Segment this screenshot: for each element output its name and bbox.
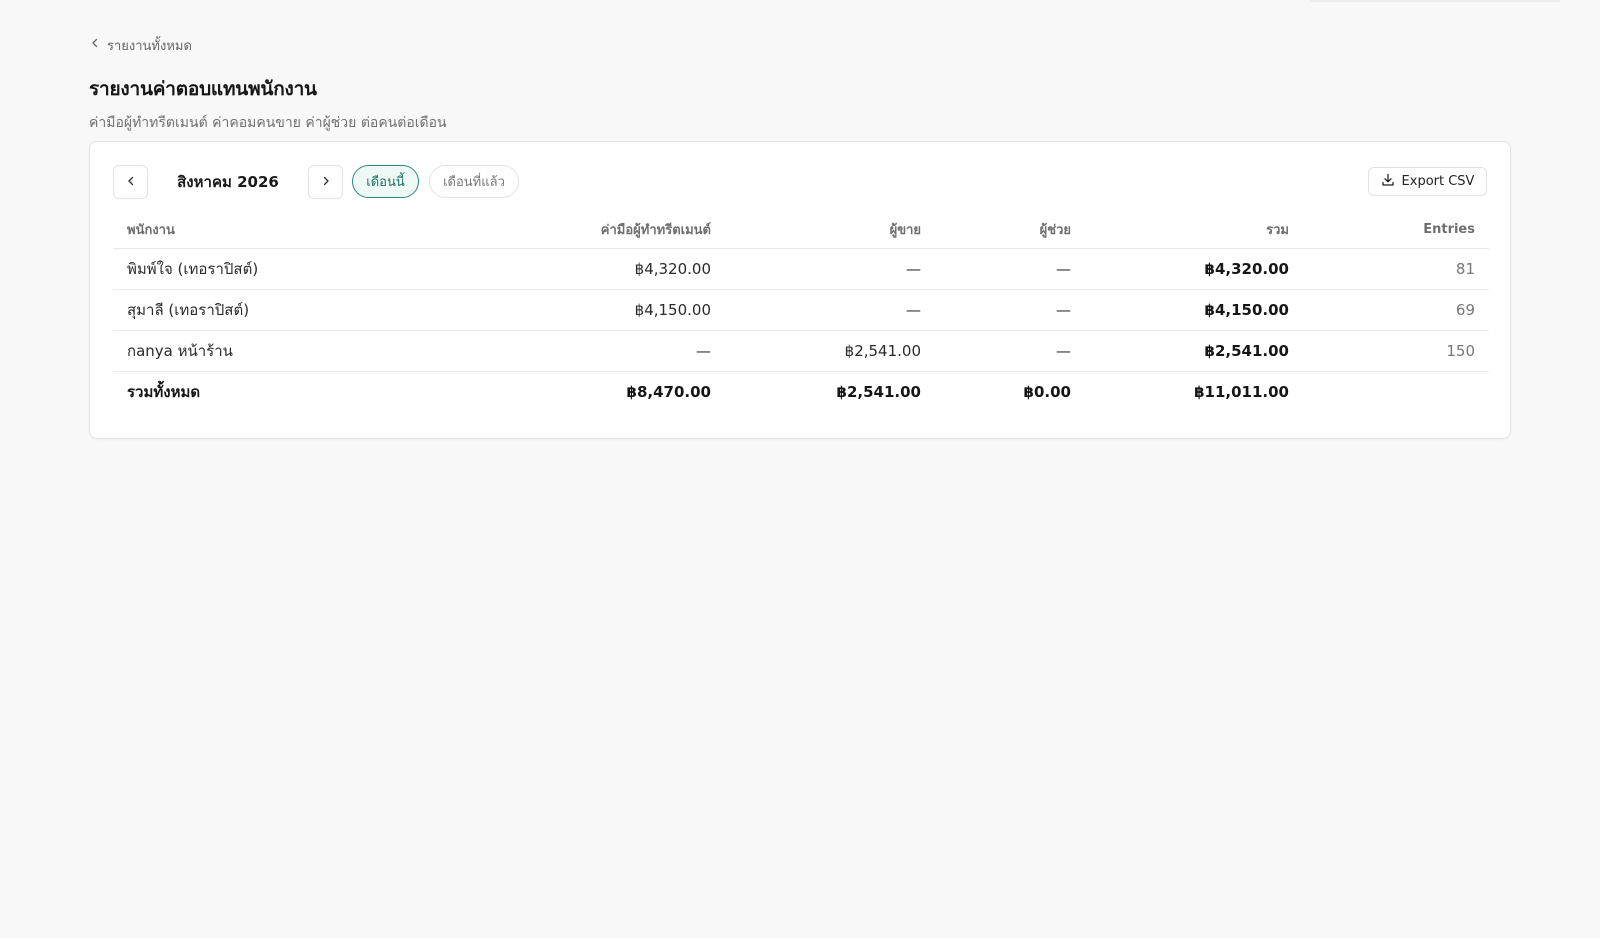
chevron-left-icon (124, 173, 138, 192)
totals-total: ฿11,011.00 (1085, 370, 1303, 412)
top-scroll-indicator (1310, 0, 1560, 2)
cell-entries: 81 (1303, 248, 1489, 290)
cell-employee: กanya หน้าร้าน (113, 330, 473, 372)
cell-treatment-fee: — (473, 330, 725, 372)
page-subtitle: ค่ามือผู้ทำทรีตเมนต์ ค่าคอมคนขาย ค่าผู้ช… (89, 115, 447, 131)
this-month-filter[interactable]: เดือนนี้ (352, 165, 419, 198)
cell-assistant: — (935, 289, 1085, 331)
totals-seller: ฿2,541.00 (725, 370, 935, 412)
table-row[interactable]: สุมาลี (เทอราปิสต์) ฿4,150.00 — — ฿4,150… (113, 289, 1489, 331)
cell-entries: 150 (1303, 330, 1489, 372)
chevron-left-icon (89, 37, 101, 53)
table-totals-row: รวมทั้งหมด ฿8,470.00 ฿2,541.00 ฿0.00 ฿11… (113, 370, 1489, 412)
cell-total: ฿2,541.00 (1085, 330, 1303, 372)
header-seller[interactable]: ผู้ขาย (725, 212, 935, 249)
next-month-button[interactable] (308, 165, 343, 199)
export-csv-button[interactable]: Export CSV (1368, 167, 1487, 196)
header-assistant[interactable]: ผู้ช่วย (935, 212, 1085, 249)
cell-treatment-fee: ฿4,150.00 (473, 289, 725, 331)
back-link-label: รายงานทั้งหมด (107, 38, 192, 54)
current-month-label: สิงหาคม 2026 (177, 173, 279, 191)
export-csv-label: Export CSV (1401, 174, 1475, 189)
table-row[interactable]: พิมพ์ใจ (เทอราปิสต์) ฿4,320.00 — — ฿4,32… (113, 248, 1489, 290)
previous-month-button[interactable] (113, 165, 148, 199)
cell-assistant: — (935, 330, 1085, 372)
page-container: รายงานทั้งหมด รายงานค่าตอบแทนพนักงาน ค่า… (89, 34, 1511, 439)
totals-treatment-fee: ฿8,470.00 (473, 370, 725, 412)
cell-employee: พิมพ์ใจ (เทอราปิสต์) (113, 248, 473, 290)
back-to-all-reports-link[interactable]: รายงานทั้งหมด (89, 35, 192, 55)
cell-seller: — (725, 248, 935, 290)
header-employee[interactable]: พนักงาน (113, 212, 473, 249)
cell-seller: ฿2,541.00 (725, 330, 935, 372)
report-toolbar: สิงหาคม 2026 เดือนนี้ เดือนที่แล้ว Expor… (113, 165, 1487, 199)
page-title: รายงานค่าตอบแทนพนักงาน (89, 78, 317, 100)
cell-total: ฿4,150.00 (1085, 289, 1303, 331)
table-header-row: พนักงาน ค่ามือผู้ทำทรีตเมนต์ ผู้ขาย ผู้ช… (113, 212, 1489, 249)
cell-seller: — (725, 289, 935, 331)
cell-total: ฿4,320.00 (1085, 248, 1303, 290)
compensation-table: พนักงาน ค่ามือผู้ทำทรีตเมนต์ ผู้ขาย ผู้ช… (113, 212, 1489, 412)
report-card: สิงหาคม 2026 เดือนนี้ เดือนที่แล้ว Expor… (89, 141, 1511, 439)
table-row[interactable]: กanya หน้าร้าน — ฿2,541.00 — ฿2,541.00 1… (113, 330, 1489, 372)
cell-treatment-fee: ฿4,320.00 (473, 248, 725, 290)
header-entries[interactable]: Entries (1303, 212, 1489, 249)
chevron-right-icon (319, 173, 333, 192)
cell-employee: สุมาลี (เทอราปิสต์) (113, 289, 473, 331)
header-treatment-fee[interactable]: ค่ามือผู้ทำทรีตเมนต์ (473, 212, 725, 249)
totals-assistant: ฿0.00 (935, 370, 1085, 412)
header-total[interactable]: รวม (1085, 212, 1303, 249)
totals-label: รวมทั้งหมด (113, 370, 473, 412)
totals-entries (1303, 370, 1489, 412)
download-icon (1381, 173, 1395, 191)
cell-entries: 69 (1303, 289, 1489, 331)
cell-assistant: — (935, 248, 1085, 290)
last-month-filter[interactable]: เดือนที่แล้ว (429, 165, 519, 198)
